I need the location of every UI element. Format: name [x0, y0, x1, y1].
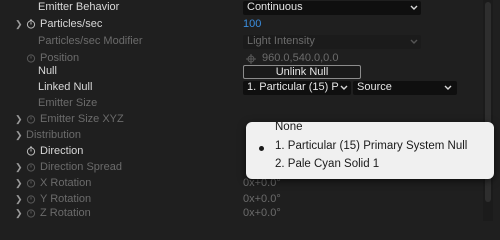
effect-controls-panel: Emitter Behavior Continuous ❯ Particles/… [0, 0, 500, 221]
expand-arrow-icon[interactable]: ❯ [15, 194, 23, 205]
distribution-label: Distribution [26, 129, 82, 141]
emitter-behavior-dropdown[interactable]: Continuous [243, 1, 421, 15]
z-rotation-value[interactable]: 0x+0.0° [243, 207, 281, 219]
row-null: Null Unlink Null [0, 64, 500, 81]
menu-separator [246, 138, 494, 139]
stopwatch-icon[interactable] [26, 194, 36, 204]
expand-arrow-icon[interactable]: ❯ [15, 178, 23, 189]
unlink-null-button[interactable]: Unlink Null [243, 65, 361, 79]
stopwatch-icon[interactable] [26, 146, 36, 156]
row-emitter-size: Emitter Size [0, 96, 500, 113]
stopwatch-icon[interactable] [26, 208, 36, 218]
direction-spread-label: Direction Spread [40, 161, 122, 173]
particles-sec-label: Particles/sec [40, 18, 103, 30]
emitter-behavior-value: Continuous [247, 1, 303, 13]
menu-option-pale-cyan-solid[interactable]: 2. Pale Cyan Solid 1 [275, 158, 379, 170]
position-value[interactable]: 960.0,540.0,0.0 [262, 52, 338, 64]
stopwatch-icon[interactable] [26, 114, 36, 124]
menu-option-none[interactable]: None [275, 121, 303, 133]
emitter-size-label: Emitter Size [38, 97, 98, 109]
particles-sec-modifier-dropdown[interactable]: Light Intensity [243, 35, 421, 49]
expand-arrow-icon[interactable]: ❯ [15, 130, 23, 141]
emitter-behavior-label: Emitter Behavior [38, 1, 120, 13]
linked-null-source-dropdown[interactable]: Source [353, 81, 457, 95]
expand-arrow-icon[interactable]: ❯ [15, 162, 23, 173]
expand-arrow-icon[interactable]: ❯ [15, 114, 23, 125]
linked-null-value: 1. Particular (15) P [247, 81, 339, 93]
stopwatch-icon[interactable] [26, 53, 36, 63]
menu-option-primary-system-null[interactable]: 1. Particular (15) Primary System Null [275, 140, 467, 152]
null-label: Null [38, 65, 57, 77]
expand-arrow-icon[interactable]: ❯ [15, 208, 23, 219]
expand-arrow-icon[interactable]: ❯ [15, 19, 23, 30]
chevron-down-icon [410, 5, 418, 10]
panel-scrollbar[interactable] [483, 0, 493, 221]
emitter-size-xyz-label: Emitter Size XYZ [40, 113, 124, 125]
direction-label: Direction [40, 145, 84, 157]
z-rotation-label: Z Rotation [40, 207, 91, 219]
linked-null-label: Linked Null [38, 81, 93, 93]
row-particles-sec-modifier: Particles/sec Modifier Light Intensity [0, 34, 500, 51]
stopwatch-icon[interactable] [26, 178, 36, 188]
crosshair-icon[interactable] [246, 54, 256, 64]
stopwatch-icon[interactable] [26, 162, 36, 172]
chevron-down-icon [410, 39, 418, 44]
particles-sec-modifier-value: Light Intensity [247, 35, 315, 47]
y-rotation-value[interactable]: 0x+0.0° [243, 193, 281, 205]
linked-null-dropdown[interactable]: 1. Particular (15) P [243, 81, 351, 95]
row-linked-null: Linked Null 1. Particular (15) P Source [0, 80, 500, 97]
row-particles-sec: ❯ Particles/sec 100 [0, 17, 500, 34]
particles-sec-value[interactable]: 100 [243, 18, 261, 30]
linked-null-source-value: Source [357, 81, 392, 93]
row-emitter-behavior: Emitter Behavior Continuous [0, 0, 500, 17]
particles-sec-modifier-label: Particles/sec Modifier [38, 35, 143, 47]
row-z-rotation: ❯ Z Rotation 0x+0.0° [0, 206, 500, 223]
selected-bullet-icon [259, 146, 264, 151]
stopwatch-icon[interactable] [26, 19, 36, 29]
position-label: Position [40, 52, 80, 64]
y-rotation-label: Y Rotation [40, 193, 92, 205]
x-rotation-label: X Rotation [40, 177, 92, 189]
linked-null-popup-menu: None 1. Particular (15) Primary System N… [246, 121, 494, 179]
chevron-down-icon [444, 85, 452, 90]
chevron-down-icon [340, 85, 348, 90]
